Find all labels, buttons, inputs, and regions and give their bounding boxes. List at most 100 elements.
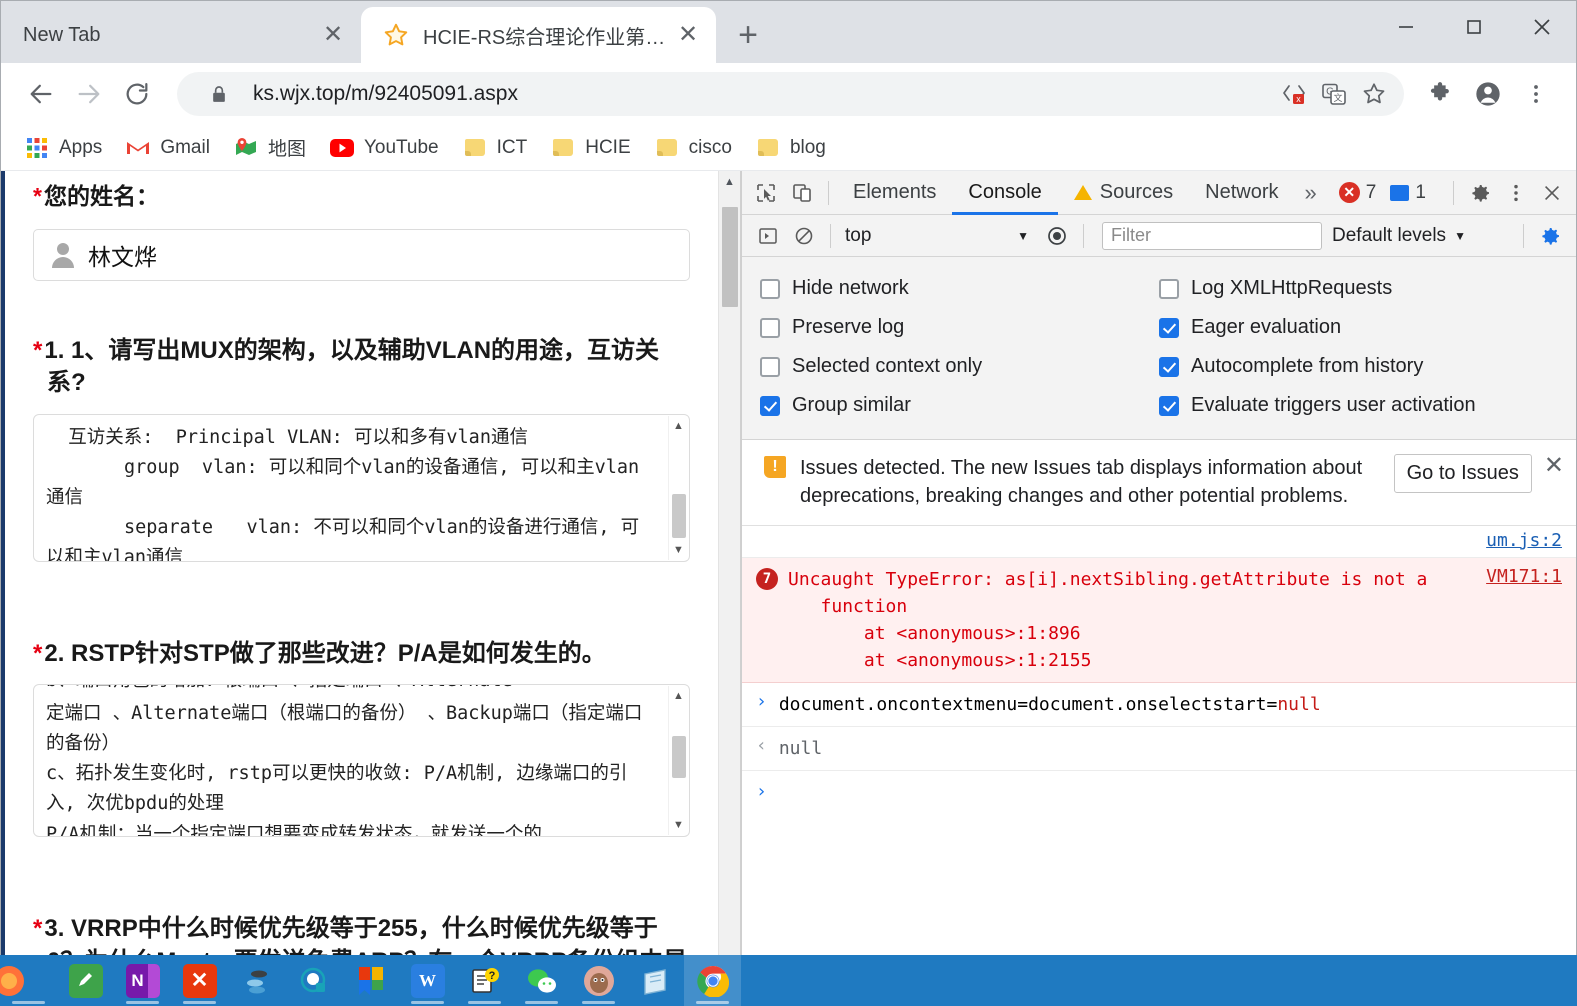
taskbar-item-ensp[interactable] (228, 955, 285, 1006)
checkbox[interactable] (1159, 395, 1179, 416)
live-expression-eye-icon[interactable] (1039, 218, 1075, 254)
minimize-button[interactable] (1372, 1, 1440, 53)
console-prompt[interactable]: › (742, 771, 1576, 812)
question-2-answer-box[interactable]: b、端口角色的增加：根端口 、指定端口 、Alternate 定端口 、Alte… (33, 684, 690, 838)
scroll-down-arrow[interactable]: ▼ (669, 815, 688, 835)
checkbox[interactable] (760, 278, 780, 299)
question-2-answer-text[interactable]: 定端口 、Alternate端口（根端口的备份） 、Backup端口（指定端口的… (34, 685, 689, 827)
tab-console[interactable]: Console (952, 171, 1057, 215)
console-entry-error[interactable]: 7 Uncaught TypeError: as[i].nextSibling.… (742, 557, 1576, 683)
maximize-button[interactable] (1440, 1, 1508, 53)
scroll-thumb[interactable] (672, 493, 686, 538)
question-1-answer-text[interactable]: 互访关系: Principal VLAN: 可以和多有vlan通信 group … (34, 415, 689, 561)
setting-evaluate-triggers-user-activation[interactable]: Evaluate triggers user activation (1159, 394, 1558, 417)
page-scrollbar[interactable]: ▲ (718, 171, 740, 955)
bookmark-blog[interactable]: blog (746, 130, 836, 166)
taskbar-item-wps-writer[interactable]: W (399, 955, 456, 1006)
taskbar-item-google-chrome[interactable] (684, 955, 741, 1006)
tab-hcie-form[interactable]: HCIE-RS综合理论作业第一期 ✕ (361, 7, 716, 63)
browser-menu-icon[interactable] (1512, 70, 1560, 118)
forward-button[interactable] (65, 70, 113, 118)
console-filter-input[interactable]: Filter (1102, 221, 1322, 250)
code-blocked-icon[interactable]: x (1274, 74, 1314, 114)
setting-autocomplete-from-history[interactable]: Autocomplete from history (1159, 355, 1558, 378)
tab-elements[interactable]: Elements (837, 171, 952, 215)
scroll-down-arrow[interactable]: ▼ (669, 540, 688, 560)
answer-scrollbar[interactable]: ▲ ▼ (668, 686, 688, 836)
answer-scrollbar[interactable]: ▲ ▼ (668, 415, 688, 560)
source-link[interactable]: VM171:1 (1486, 566, 1562, 587)
taskbar-item-wechat[interactable] (513, 955, 570, 1006)
setting-preserve-log[interactable]: Preserve log (760, 316, 1159, 339)
tab-close-icon[interactable]: ✕ (319, 21, 347, 49)
devtools-menu-icon[interactable] (1498, 175, 1534, 211)
taskbar-item-qq[interactable] (570, 955, 627, 1006)
bookmark-star-icon[interactable] (1354, 74, 1394, 114)
close-button[interactable] (1508, 1, 1576, 53)
taskbar-item-qq-browser[interactable] (285, 955, 342, 1006)
address-bar[interactable]: ks.wjx.top/m/92405091.aspx x G 文 (177, 72, 1404, 116)
new-tab-button[interactable]: + (726, 13, 770, 57)
bookmark-cisco[interactable]: cisco (645, 130, 742, 166)
profile-icon[interactable] (1464, 70, 1512, 118)
console-log[interactable]: um.js:2 7 Uncaught TypeError: as[i].next… (742, 525, 1576, 955)
device-toolbar-icon[interactable] (784, 175, 820, 211)
page-scroll-up-arrow[interactable]: ▲ (719, 171, 740, 193)
checkbox[interactable] (760, 356, 780, 377)
setting-hide-network[interactable]: Hide network (760, 277, 1159, 300)
console-settings-gear-icon[interactable] (1532, 218, 1568, 254)
inspect-cursor-icon[interactable] (748, 175, 784, 211)
setting-eager-evaluation[interactable]: Eager evaluation (1159, 316, 1558, 339)
taskbar-item-xmind[interactable]: ✕ (171, 955, 228, 1006)
wps-office-icon (354, 964, 388, 998)
taskbar-item-secure-crt[interactable]: ? (456, 955, 513, 1006)
tab-network[interactable]: Network (1189, 171, 1294, 215)
tab-sources[interactable]: Sources (1058, 171, 1189, 215)
checkbox[interactable] (760, 317, 780, 338)
execution-context-select[interactable]: top ▼ (839, 225, 1039, 247)
tab-close-icon[interactable]: ✕ (674, 21, 702, 49)
question-1-answer-box[interactable]: 互访关系: Principal VLAN: 可以和多有vlan通信 group … (33, 413, 690, 562)
checkbox[interactable] (1159, 317, 1179, 338)
devtools-close-icon[interactable] (1534, 175, 1570, 211)
console-entry-input[interactable]: › document.oncontextmenu=document.onsele… (742, 683, 1576, 727)
console-entry-output[interactable]: ‹ null (742, 727, 1576, 771)
clear-console-icon[interactable] (786, 218, 822, 254)
console-sidebar-icon[interactable] (750, 218, 786, 254)
issues-close-icon[interactable]: ✕ (1544, 454, 1564, 478)
bookmark-youtube[interactable]: YouTube (320, 130, 449, 166)
back-button[interactable] (17, 70, 65, 118)
translate-icon[interactable]: G 文 (1314, 74, 1354, 114)
taskbar-item-onenote[interactable]: N (114, 955, 171, 1006)
bookmark-ict[interactable]: ICT (453, 130, 538, 166)
setting-log-xmlhttprequests[interactable]: Log XMLHttpRequests (1159, 277, 1558, 300)
bookmark-hcie[interactable]: HCIE (541, 130, 640, 166)
issue-counters[interactable]: ✕ 7 1 (1338, 182, 1426, 204)
scroll-up-arrow[interactable]: ▲ (669, 686, 688, 706)
taskbar-item-onenote-green[interactable] (57, 955, 114, 1006)
setting-selected-context-only[interactable]: Selected context only (760, 355, 1159, 378)
bookmark-apps[interactable]: Apps (15, 130, 112, 166)
reload-button[interactable] (113, 70, 161, 118)
log-levels-select[interactable]: Default levels ▼ (1332, 225, 1466, 247)
taskbar-item-wps-office[interactable] (342, 955, 399, 1006)
bookmark-maps[interactable]: 地图 (224, 130, 316, 166)
taskbar-item-notepad[interactable] (627, 955, 684, 1006)
setting-group-similar[interactable]: Group similar (760, 394, 1159, 417)
more-tabs-icon[interactable]: » (1295, 180, 1327, 206)
taskbar-item-firefox[interactable] (0, 955, 57, 1006)
extensions-puzzle-icon[interactable] (1416, 70, 1464, 118)
required-star: * (33, 183, 42, 209)
scroll-thumb[interactable] (672, 736, 686, 779)
checkbox[interactable] (1159, 356, 1179, 377)
tab-new-tab[interactable]: New Tab ✕ (1, 7, 361, 63)
page-scroll-thumb[interactable] (722, 207, 738, 307)
gear-icon[interactable] (1462, 175, 1498, 211)
go-to-issues-button[interactable]: Go to Issues (1393, 454, 1532, 493)
checkbox[interactable] (1159, 278, 1179, 299)
source-link[interactable]: um.js:2 (1486, 530, 1562, 551)
scroll-up-arrow[interactable]: ▲ (669, 416, 688, 436)
checkbox[interactable] (760, 395, 780, 416)
name-input-field[interactable]: 林文烨 (33, 229, 690, 281)
bookmark-gmail[interactable]: Gmail (116, 130, 220, 166)
